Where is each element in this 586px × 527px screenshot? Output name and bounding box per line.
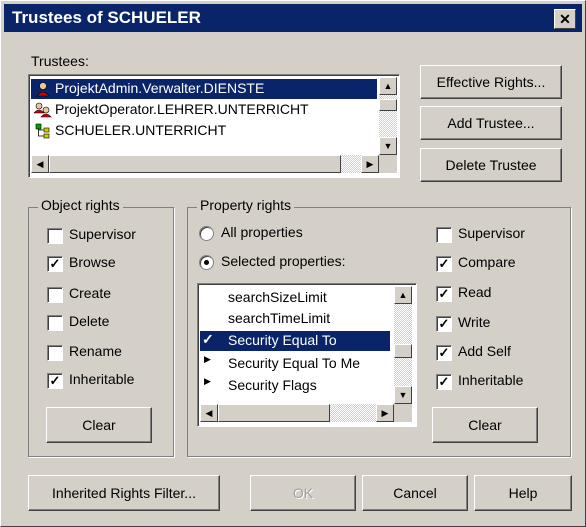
properties-scroll-right[interactable]: ▶	[376, 404, 394, 422]
properties-scroll-up[interactable]: ▲	[394, 286, 412, 304]
trustees-scroll-up[interactable]: ▲	[379, 77, 397, 95]
group-icon	[33, 102, 52, 118]
property-item[interactable]: ▶ Security Equal To Me	[200, 354, 390, 374]
object-inheritable-label: Inheritable	[69, 371, 135, 387]
object-create-label: Create	[69, 285, 112, 301]
add-trustee-button[interactable]: Add Trustee...	[420, 106, 562, 140]
properties-hscroll-thumb[interactable]	[218, 404, 330, 422]
clear-object-rights-button[interactable]: Clear	[46, 407, 152, 443]
arrow-right-icon: ▶	[204, 376, 211, 386]
object-inheritable-checkbox[interactable]: ✓	[47, 373, 63, 389]
delete-trustee-button[interactable]: Delete Trustee	[420, 148, 562, 182]
trustees-dialog: Trustees of SCHUELER ✕ Trustees: Projekt…	[0, 0, 586, 527]
object-browse-checkbox[interactable]: ✓	[47, 256, 63, 272]
trustee-item[interactable]: ProjektAdmin.Verwalter.DIENSTE	[31, 79, 377, 99]
object-rename-label: Rename	[69, 343, 122, 359]
inherited-rights-filter-button[interactable]: Inherited Rights Filter...	[28, 475, 220, 511]
prop-inheritable-checkbox[interactable]: ✓	[436, 374, 452, 390]
window-title: Trustees of SCHUELER	[12, 8, 201, 27]
check-icon: ✓	[202, 331, 214, 347]
arrow-right-icon: ▶	[204, 354, 211, 364]
trustee-item[interactable]: ProjektOperator.LEHRER.UNTERRICHT	[31, 100, 377, 120]
help-button[interactable]: Help	[474, 475, 572, 511]
prop-read-checkbox[interactable]: ✓	[436, 286, 452, 302]
cancel-button[interactable]: Cancel	[362, 475, 468, 511]
trustees-scroll-down[interactable]: ▼	[379, 137, 397, 155]
property-item[interactable]: ▶ Security Flags	[200, 376, 390, 396]
object-supervisor-checkbox[interactable]	[47, 228, 63, 244]
properties-list[interactable]: searchSizeLimit searchTimeLimit ✓ Securi…	[197, 283, 417, 427]
prop-write-label: Write	[458, 314, 491, 330]
scroll-corner	[379, 155, 397, 173]
prop-write-checkbox[interactable]: ✓	[436, 316, 452, 332]
prop-add-self-label: Add Self	[458, 343, 511, 359]
trustees-list[interactable]: ProjektAdmin.Verwalter.DIENSTE ProjektOp…	[28, 74, 400, 178]
container-icon	[35, 123, 50, 139]
object-rename-checkbox[interactable]	[47, 345, 63, 361]
prop-supervisor-label: Supervisor	[458, 225, 525, 241]
object-create-checkbox[interactable]	[47, 287, 63, 303]
effective-rights-button[interactable]: Effective Rights...	[420, 65, 562, 99]
trustees-scroll-right[interactable]: ▶	[361, 155, 379, 173]
trustees-vscroll-thumb[interactable]	[379, 99, 397, 111]
prop-add-self-checkbox[interactable]: ✓	[436, 345, 452, 361]
object-delete-checkbox[interactable]	[47, 315, 63, 331]
property-item-selected[interactable]: ✓ Security Equal To	[200, 331, 390, 351]
trustees-scroll-left[interactable]: ◀	[31, 155, 49, 173]
trustees-hscroll-thumb[interactable]	[49, 155, 341, 173]
object-delete-label: Delete	[69, 313, 110, 329]
property-item[interactable]: searchTimeLimit	[200, 309, 390, 329]
user-icon	[36, 82, 50, 97]
close-button[interactable]: ✕	[554, 9, 576, 29]
prop-compare-label: Compare	[458, 254, 516, 270]
properties-vscroll-thumb[interactable]	[394, 344, 412, 358]
scroll-corner	[394, 404, 412, 422]
prop-read-label: Read	[458, 284, 492, 300]
prop-supervisor-checkbox[interactable]	[436, 227, 452, 243]
trustees-label: Trustees:	[31, 53, 89, 69]
object-supervisor-label: Supervisor	[69, 226, 136, 242]
property-item[interactable]: searchSizeLimit	[200, 288, 390, 308]
clear-property-rights-button[interactable]: Clear	[432, 407, 538, 443]
object-browse-label: Browse	[69, 254, 116, 270]
prop-inheritable-label: Inheritable	[458, 372, 524, 388]
prop-compare-checkbox[interactable]: ✓	[436, 256, 452, 272]
selected-properties-radio[interactable]	[199, 255, 214, 270]
title-bar[interactable]: Trustees of SCHUELER ✕	[4, 4, 582, 32]
ok-button[interactable]: OK	[250, 475, 356, 511]
all-properties-label: All properties	[221, 224, 303, 240]
properties-scroll-left[interactable]: ◀	[200, 404, 218, 422]
selected-properties-label: Selected properties:	[221, 253, 346, 269]
trustee-item[interactable]: SCHUELER.UNTERRICHT	[31, 121, 377, 141]
object-rights-label: Object rights	[38, 197, 123, 213]
property-rights-label: Property rights	[197, 197, 295, 213]
properties-scroll-down[interactable]: ▼	[394, 386, 412, 404]
all-properties-radio[interactable]	[199, 226, 214, 241]
